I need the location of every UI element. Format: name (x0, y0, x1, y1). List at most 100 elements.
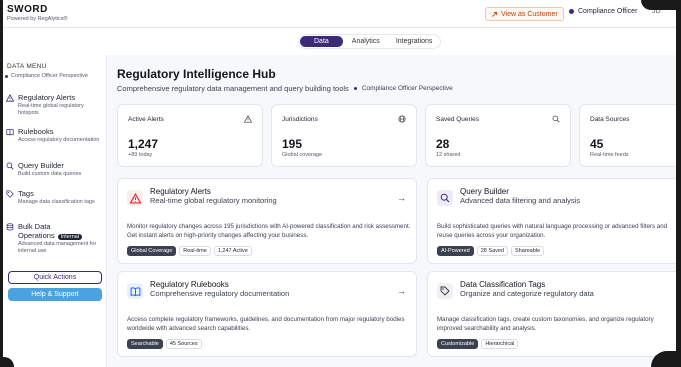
tag-badge: Hierarchical (481, 339, 519, 349)
page-subtitle: Comprehensive regulatory data management… (117, 84, 453, 93)
stat-card-saved-queries[interactable]: Saved Queries 28 12 shared (425, 104, 571, 167)
sidebar-item-tags[interactable]: Tags Manage data classification tags (6, 189, 104, 206)
sidebar-item-label: Rulebooks (18, 127, 54, 136)
tab-data[interactable]: Data (300, 36, 343, 47)
card-subtitle: Advanced data filtering and analysis (460, 196, 581, 205)
search-icon (552, 115, 560, 123)
stat-value: 45 (590, 137, 604, 151)
stat-card-active-alerts[interactable]: Active Alerts 1,247 +89 today (117, 104, 263, 167)
brand-subtitle: Powered by RegAlytics® (7, 16, 68, 22)
card-title: Regulatory Alerts (150, 187, 211, 196)
role-dot-icon (569, 9, 574, 14)
card-icon-bg (127, 283, 143, 299)
quick-actions-button[interactable]: Quick Actions (8, 271, 102, 284)
app-window: SWORD Powered by RegAlytics® View as Cus… (0, 0, 681, 367)
card-tags: Global Coverage Real-time 1,247 Active (127, 246, 252, 256)
card-description: Build sophisticated queries with natural… (437, 223, 668, 239)
card-subtitle: Organize and categorize regulatory data (460, 289, 594, 298)
arrow-right-icon[interactable]: → (397, 193, 406, 203)
sidebar-item-desc: Manage data classification tags (18, 199, 95, 205)
sidebar-item-rulebooks[interactable]: Rulebooks Access regulatory documentatio… (6, 127, 104, 144)
tag-badge: AI-Powered (437, 246, 474, 256)
tag-icon (6, 190, 14, 198)
book-open-icon (6, 128, 14, 136)
stat-card-data-sources[interactable]: Data Sources 45 Real-time feeds (579, 104, 681, 167)
tag-badge: Shareable (511, 246, 545, 256)
card-tags: Searchable 45 Sources (127, 339, 202, 349)
stat-label: Data Sources (590, 116, 630, 123)
stat-label: Active Alerts (128, 116, 164, 123)
tag-badge: 1,247 Active (213, 246, 252, 256)
sidebar-item-label: Query Builder (18, 161, 64, 170)
sidebar-item-query-builder[interactable]: Query Builder Build custom data queries (6, 161, 104, 178)
sidebar-perspective: Compliance Officer Perspective (5, 73, 106, 79)
card-subtitle: Comprehensive regulatory documentation (150, 289, 290, 298)
card-icon-bg (437, 190, 453, 206)
sidebar-item-label: Regulatory Alerts (18, 93, 76, 102)
tab-analytics[interactable]: Analytics (345, 36, 387, 47)
tag-badge: 28 Saved (476, 246, 508, 256)
page-title: Regulatory Intelligence Hub (117, 67, 276, 81)
feature-card-query-builder[interactable]: Query Builder Advanced data filtering an… (427, 178, 681, 264)
sidebar-item-label: Tags (18, 189, 34, 198)
stat-value: 195 (282, 137, 303, 151)
card-title: Query Builder (460, 187, 509, 196)
top-header: SWORD Powered by RegAlytics® View as Cus… (3, 0, 676, 28)
book-open-icon (130, 286, 140, 296)
sidebar-item-regulatory-alerts[interactable]: Regulatory Alerts Real-time global regul… (6, 93, 104, 117)
stat-value: 1,247 (128, 137, 159, 151)
brand[interactable]: SWORD Powered by RegAlytics® (7, 4, 68, 22)
sidebar-item-bulk-data-operations[interactable]: Bulk Data Operations Internal Advanced da… (6, 222, 104, 255)
card-tags: AI-Powered 28 Saved Shareable (437, 246, 545, 256)
search-icon (440, 193, 450, 203)
feature-card-regulatory-alerts[interactable]: Regulatory Alerts Real-time global regul… (117, 178, 417, 264)
device-bezel (676, 0, 681, 367)
external-view-icon (492, 11, 498, 17)
card-icon-bg (127, 190, 143, 206)
tag-icon (440, 286, 450, 296)
stat-card-jurisdictions[interactable]: Jurisdictions 195 Global coverage (271, 104, 417, 167)
arrow-right-icon[interactable]: → (397, 286, 406, 296)
warning-triangle-icon (129, 192, 141, 203)
card-description: Monitor regulatory changes across 195 ju… (127, 223, 411, 239)
tag-badge: 45 Sources (165, 339, 202, 349)
perspective-dot-icon (353, 87, 357, 90)
internal-badge: Internal (57, 234, 83, 240)
role-selector[interactable]: Compliance Officer (569, 8, 637, 15)
help-support-button[interactable]: Help & Support (8, 288, 102, 301)
feature-card-regulatory-rulebooks[interactable]: Regulatory Rulebooks Comprehensive regul… (117, 271, 417, 357)
card-description: Manage classification tags, create custo… (437, 316, 654, 332)
sidebar-menu-title: DATA MENU (7, 63, 47, 70)
tag-badge: Searchable (127, 339, 163, 349)
search-icon (6, 162, 14, 170)
sidebar-item-desc: Build custom data queries (18, 171, 82, 177)
stat-label: Jurisdictions (282, 116, 318, 123)
sidebar-perspective-label: Compliance Officer Perspective (11, 73, 88, 79)
card-title: Regulatory Rulebooks (150, 280, 229, 289)
stat-note: Global coverage (282, 152, 323, 158)
stat-label: Saved Queries (436, 116, 479, 123)
view-as-customer-button[interactable]: View as Customer (485, 7, 564, 21)
view-as-customer-label: View as Customer (501, 10, 558, 18)
tab-integrations[interactable]: Integrations (389, 36, 440, 47)
card-tags: Customizable Hierarchical (437, 339, 519, 349)
warning-triangle-icon (244, 115, 252, 123)
sidebar-item-label-text: Bulk Data Operations (18, 222, 55, 240)
sidebar: DATA MENU Compliance Officer Perspective… (3, 55, 107, 367)
globe-icon (398, 115, 406, 123)
sidebar-item-desc: Access regulatory documentation (18, 137, 100, 143)
feature-card-data-classification-tags[interactable]: Data Classification Tags Organize and ca… (427, 271, 681, 357)
card-icon-bg (437, 283, 453, 299)
tab-bar: Data Analytics Integrations (298, 34, 442, 49)
card-subtitle: Real-time global regulatory monitoring (150, 196, 277, 205)
stat-value: 28 (436, 137, 450, 151)
device-bezel (0, 0, 3, 367)
warning-triangle-icon (6, 94, 14, 102)
sidebar-item-desc: Real-time global regulatory hotspots (18, 103, 84, 116)
role-label: Compliance Officer (578, 8, 638, 15)
card-description: Access complete regulatory frameworks, g… (127, 316, 405, 332)
stat-note: +89 today (128, 152, 153, 158)
brand-title: SWORD (7, 4, 48, 15)
database-icon (6, 223, 14, 231)
page-subtitle-text: Comprehensive regulatory data management… (117, 84, 349, 93)
